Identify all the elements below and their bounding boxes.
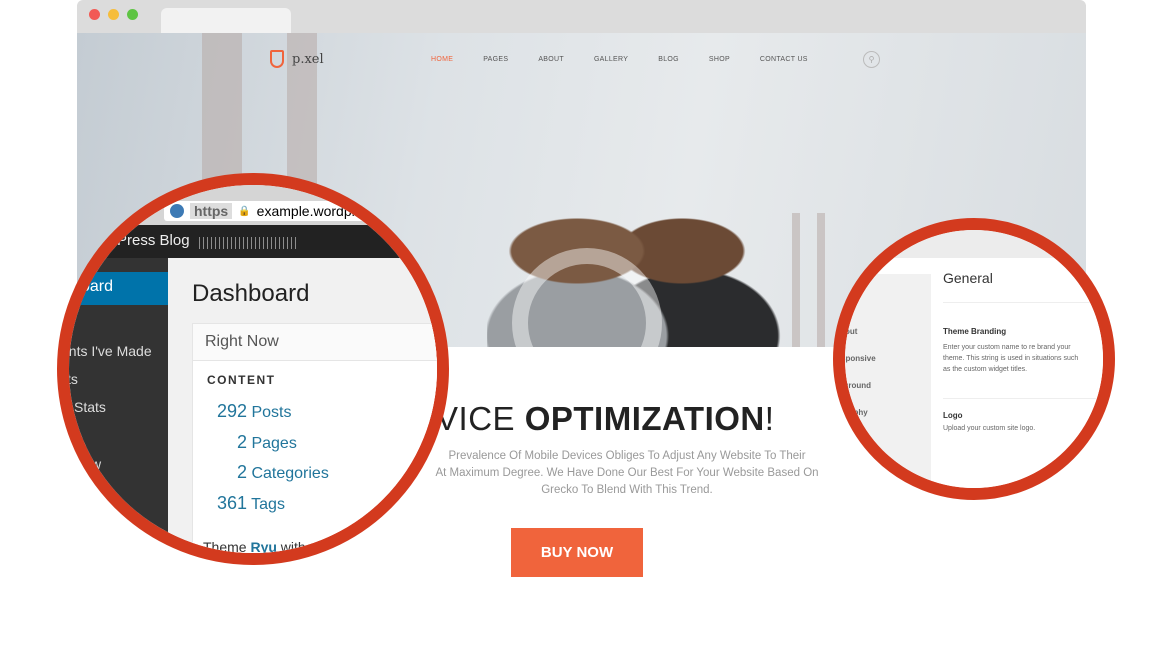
nav-blog[interactable]: BLOG xyxy=(658,56,679,63)
settings-sidebar: es out sponsive kground graphy xyxy=(845,274,931,488)
section-label: CONTENT xyxy=(207,373,276,387)
copyright-watermark-icon xyxy=(512,248,662,398)
address-bar[interactable]: https 🔒 example.wordpre xyxy=(164,201,437,221)
field-theme-branding: Theme Branding Enter your custom name to… xyxy=(943,327,1079,373)
nav-shop[interactable]: SHOP xyxy=(709,56,730,63)
logo-text: p.xel xyxy=(292,51,324,67)
settings-tab-typography[interactable]: graphy xyxy=(845,408,868,417)
sidebar-item-stats[interactable]: Stats xyxy=(74,399,106,415)
stats-sparkline xyxy=(199,237,299,249)
https-badge: https xyxy=(190,203,233,219)
hero-subtext: Prevalence Of Mobile Devices Obliges To … xyxy=(435,450,819,496)
theme-link[interactable]: Ryu xyxy=(250,539,276,553)
title-bar xyxy=(77,0,1086,33)
stats-list: 292 Posts 2 Pages 2 Categories 361 Tags xyxy=(193,387,437,529)
settings-tab-layout[interactable]: out xyxy=(845,327,857,336)
settings-tab-responsive[interactable]: sponsive xyxy=(845,354,876,363)
logo-icon xyxy=(270,50,284,68)
sidebar-item-comments[interactable]: ents I've Made xyxy=(69,343,152,359)
dashboard-content: Dashboard Right Now CONTENT 292 Posts 2 … xyxy=(168,258,437,553)
stat-categories[interactable]: 2 Categories xyxy=(207,458,437,489)
settings-panel: General Theme Branding Enter your custom… xyxy=(931,258,1103,488)
sidebar-item-dashboard[interactable]: oard xyxy=(69,272,168,305)
nav-about[interactable]: ABOUT xyxy=(538,56,564,63)
search-icon[interactable]: ⚲ xyxy=(863,51,880,68)
nav-gallery[interactable]: GALLERY xyxy=(594,56,628,63)
lock-icon: 🔒 xyxy=(238,205,251,217)
site-logo[interactable]: p.xel xyxy=(270,50,324,68)
admin-sidebar: oard ents I've Made ts Stats w xyxy=(69,258,168,553)
nav-contact[interactable]: CONTACT US xyxy=(760,56,808,63)
field-logo: Logo Upload your custom site logo. xyxy=(943,411,1036,432)
stat-pages[interactable]: 2 Pages xyxy=(207,428,437,459)
page-title: Dashboard xyxy=(192,280,310,307)
stat-posts[interactable]: 292 Posts xyxy=(207,397,437,428)
settings-tab-background[interactable]: kground xyxy=(845,381,871,390)
minimize-button[interactable] xyxy=(108,9,119,20)
main-nav: HOME PAGES ABOUT GALLERY BLOG SHOP CONTA… xyxy=(431,56,838,63)
admin-bar: Press Blog xyxy=(69,225,437,258)
browser-tab[interactable] xyxy=(161,8,291,33)
sidebar-item-posts[interactable]: ts xyxy=(69,371,78,387)
buy-now-button[interactable]: BUY NOW xyxy=(511,528,643,577)
magnifier-settings: es out sponsive kground graphy General T… xyxy=(833,218,1115,500)
magnifier-dashboard: https 🔒 example.wordpre Press Blog oard … xyxy=(57,173,449,565)
close-button[interactable] xyxy=(89,9,100,20)
blog-title[interactable]: Press Blog xyxy=(117,232,190,249)
maximize-button[interactable] xyxy=(127,9,138,20)
settings-tab[interactable]: es xyxy=(845,300,854,309)
nav-pages[interactable]: PAGES xyxy=(483,56,508,63)
settings-heading: General xyxy=(943,270,993,286)
wordpress-icon xyxy=(170,204,184,218)
nav-home[interactable]: HOME xyxy=(431,56,453,63)
sidebar-item-view[interactable]: w xyxy=(91,456,101,472)
stat-tags[interactable]: 361 Tags xyxy=(207,489,437,520)
box-title: Right Now xyxy=(193,324,437,361)
url-text: example.wordpre xyxy=(256,203,365,219)
right-now-box: Right Now CONTENT 292 Posts 2 Pages 2 Ca… xyxy=(192,323,437,553)
